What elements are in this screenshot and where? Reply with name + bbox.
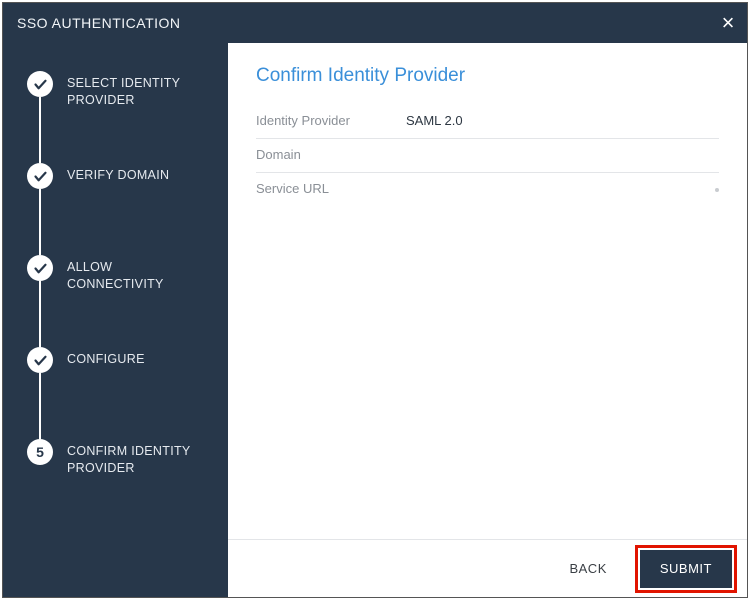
- dialog-titlebar: SSO AUTHENTICATION ×: [3, 3, 747, 43]
- wizard-sidebar: SELECT IDENTITY PROVIDER VERIFY DOMAIN A…: [3, 43, 228, 597]
- field-value: SAML 2.0: [406, 113, 463, 128]
- back-button[interactable]: BACK: [549, 550, 626, 588]
- step-connector: [39, 281, 41, 347]
- submit-button-highlight: SUBMIT: [635, 545, 737, 593]
- step-allow-connectivity[interactable]: ALLOW CONNECTIVITY: [27, 255, 216, 347]
- step-confirm-identity-provider[interactable]: 5 CONFIRM IDENTITY PROVIDER: [27, 439, 216, 479]
- confirm-identity-provider-panel: Confirm Identity Provider Identity Provi…: [228, 43, 747, 539]
- check-icon: [27, 347, 53, 373]
- step-connector: [39, 97, 41, 163]
- check-icon: [27, 163, 53, 189]
- step-verify-domain[interactable]: VERIFY DOMAIN: [27, 163, 216, 255]
- step-number-icon: 5: [27, 439, 53, 465]
- step-connector: [39, 373, 41, 439]
- field-label: Identity Provider: [256, 113, 406, 128]
- step-label: CONFIRM IDENTITY PROVIDER: [67, 439, 207, 477]
- field-identity-provider: Identity Provider SAML 2.0: [256, 105, 719, 139]
- dialog-title: SSO AUTHENTICATION: [17, 15, 181, 31]
- step-connector: [39, 189, 41, 255]
- field-service-url: Service URL: [256, 173, 719, 206]
- submit-button[interactable]: SUBMIT: [640, 550, 732, 588]
- step-label: ALLOW CONNECTIVITY: [67, 255, 207, 293]
- sso-authentication-dialog: SSO AUTHENTICATION × SELECT IDENTITY PRO…: [2, 2, 748, 598]
- step-label: VERIFY DOMAIN: [67, 163, 169, 184]
- step-label: CONFIGURE: [67, 347, 145, 368]
- wizard-main: Confirm Identity Provider Identity Provi…: [228, 43, 747, 597]
- field-label: Service URL: [256, 181, 406, 196]
- wizard-footer: BACK SUBMIT: [228, 539, 747, 597]
- field-label: Domain: [256, 147, 406, 162]
- field-domain: Domain: [256, 139, 719, 173]
- check-icon: [27, 71, 53, 97]
- step-label: SELECT IDENTITY PROVIDER: [67, 71, 207, 109]
- step-configure[interactable]: CONFIGURE: [27, 347, 216, 439]
- step-select-identity-provider[interactable]: SELECT IDENTITY PROVIDER: [27, 71, 216, 163]
- check-icon: [27, 255, 53, 281]
- dialog-body: SELECT IDENTITY PROVIDER VERIFY DOMAIN A…: [3, 43, 747, 597]
- close-icon[interactable]: ×: [722, 12, 735, 34]
- panel-heading: Confirm Identity Provider: [256, 65, 719, 87]
- wizard-steps: SELECT IDENTITY PROVIDER VERIFY DOMAIN A…: [27, 71, 216, 479]
